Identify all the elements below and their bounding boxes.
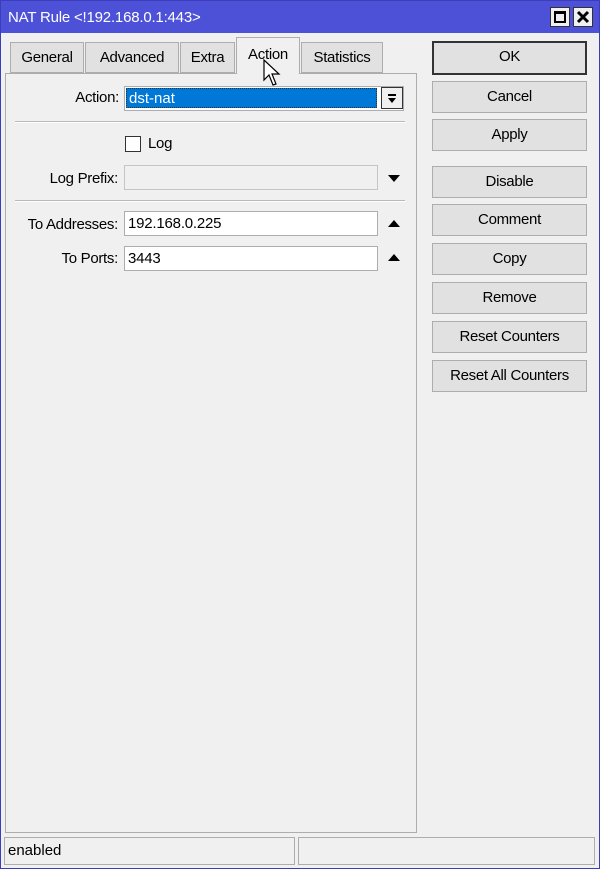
- to-ports-field[interactable]: 3443: [124, 246, 378, 271]
- status-text: enabled: [4, 837, 295, 865]
- expand-down-icon[interactable]: [388, 175, 400, 182]
- action-label: Action:: [75, 89, 119, 106]
- comment-button[interactable]: Comment: [432, 204, 587, 236]
- title-bar[interactable]: NAT Rule <!192.168.0.1:443>: [1, 1, 599, 33]
- close-icon[interactable]: [573, 7, 593, 27]
- tab-general[interactable]: General: [10, 42, 84, 73]
- separator: [15, 121, 405, 123]
- separator: [15, 200, 405, 202]
- collapse-up-icon[interactable]: [388, 254, 400, 261]
- to-addresses-label: To Addresses:: [27, 216, 119, 233]
- tab-statistics[interactable]: Statistics: [301, 42, 383, 73]
- action-select-value[interactable]: dst-nat: [126, 88, 377, 108]
- tab-extra[interactable]: Extra: [180, 42, 235, 73]
- maximize-icon[interactable]: [550, 7, 570, 27]
- action-dropdown-button[interactable]: [381, 87, 403, 109]
- ok-button[interactable]: OK: [432, 41, 587, 75]
- reset-counters-button[interactable]: Reset Counters: [432, 321, 587, 353]
- log-checkbox[interactable]: [125, 136, 141, 152]
- copy-button[interactable]: Copy: [432, 243, 587, 275]
- remove-button[interactable]: Remove: [432, 282, 587, 314]
- log-prefix-label: Log Prefix:: [49, 170, 119, 187]
- tab-advanced[interactable]: Advanced: [85, 42, 179, 73]
- log-label: Log: [148, 135, 173, 152]
- cancel-button[interactable]: Cancel: [432, 81, 587, 113]
- log-prefix-field[interactable]: [124, 165, 378, 190]
- to-ports-label: To Ports:: [61, 250, 119, 267]
- mouse-cursor-icon: [263, 59, 281, 86]
- apply-button[interactable]: Apply: [432, 119, 587, 151]
- reset-all-counters-button[interactable]: Reset All Counters: [432, 360, 587, 392]
- status-secondary: [298, 837, 595, 865]
- collapse-up-icon[interactable]: [388, 220, 400, 227]
- nat-rule-window: NAT Rule <!192.168.0.1:443> General Adva…: [0, 0, 600, 869]
- disable-button[interactable]: Disable: [432, 166, 587, 198]
- dropdown-arrow-icon: [388, 94, 396, 103]
- window-title: NAT Rule <!192.168.0.1:443>: [8, 9, 201, 26]
- to-addresses-field[interactable]: 192.168.0.225: [124, 211, 378, 236]
